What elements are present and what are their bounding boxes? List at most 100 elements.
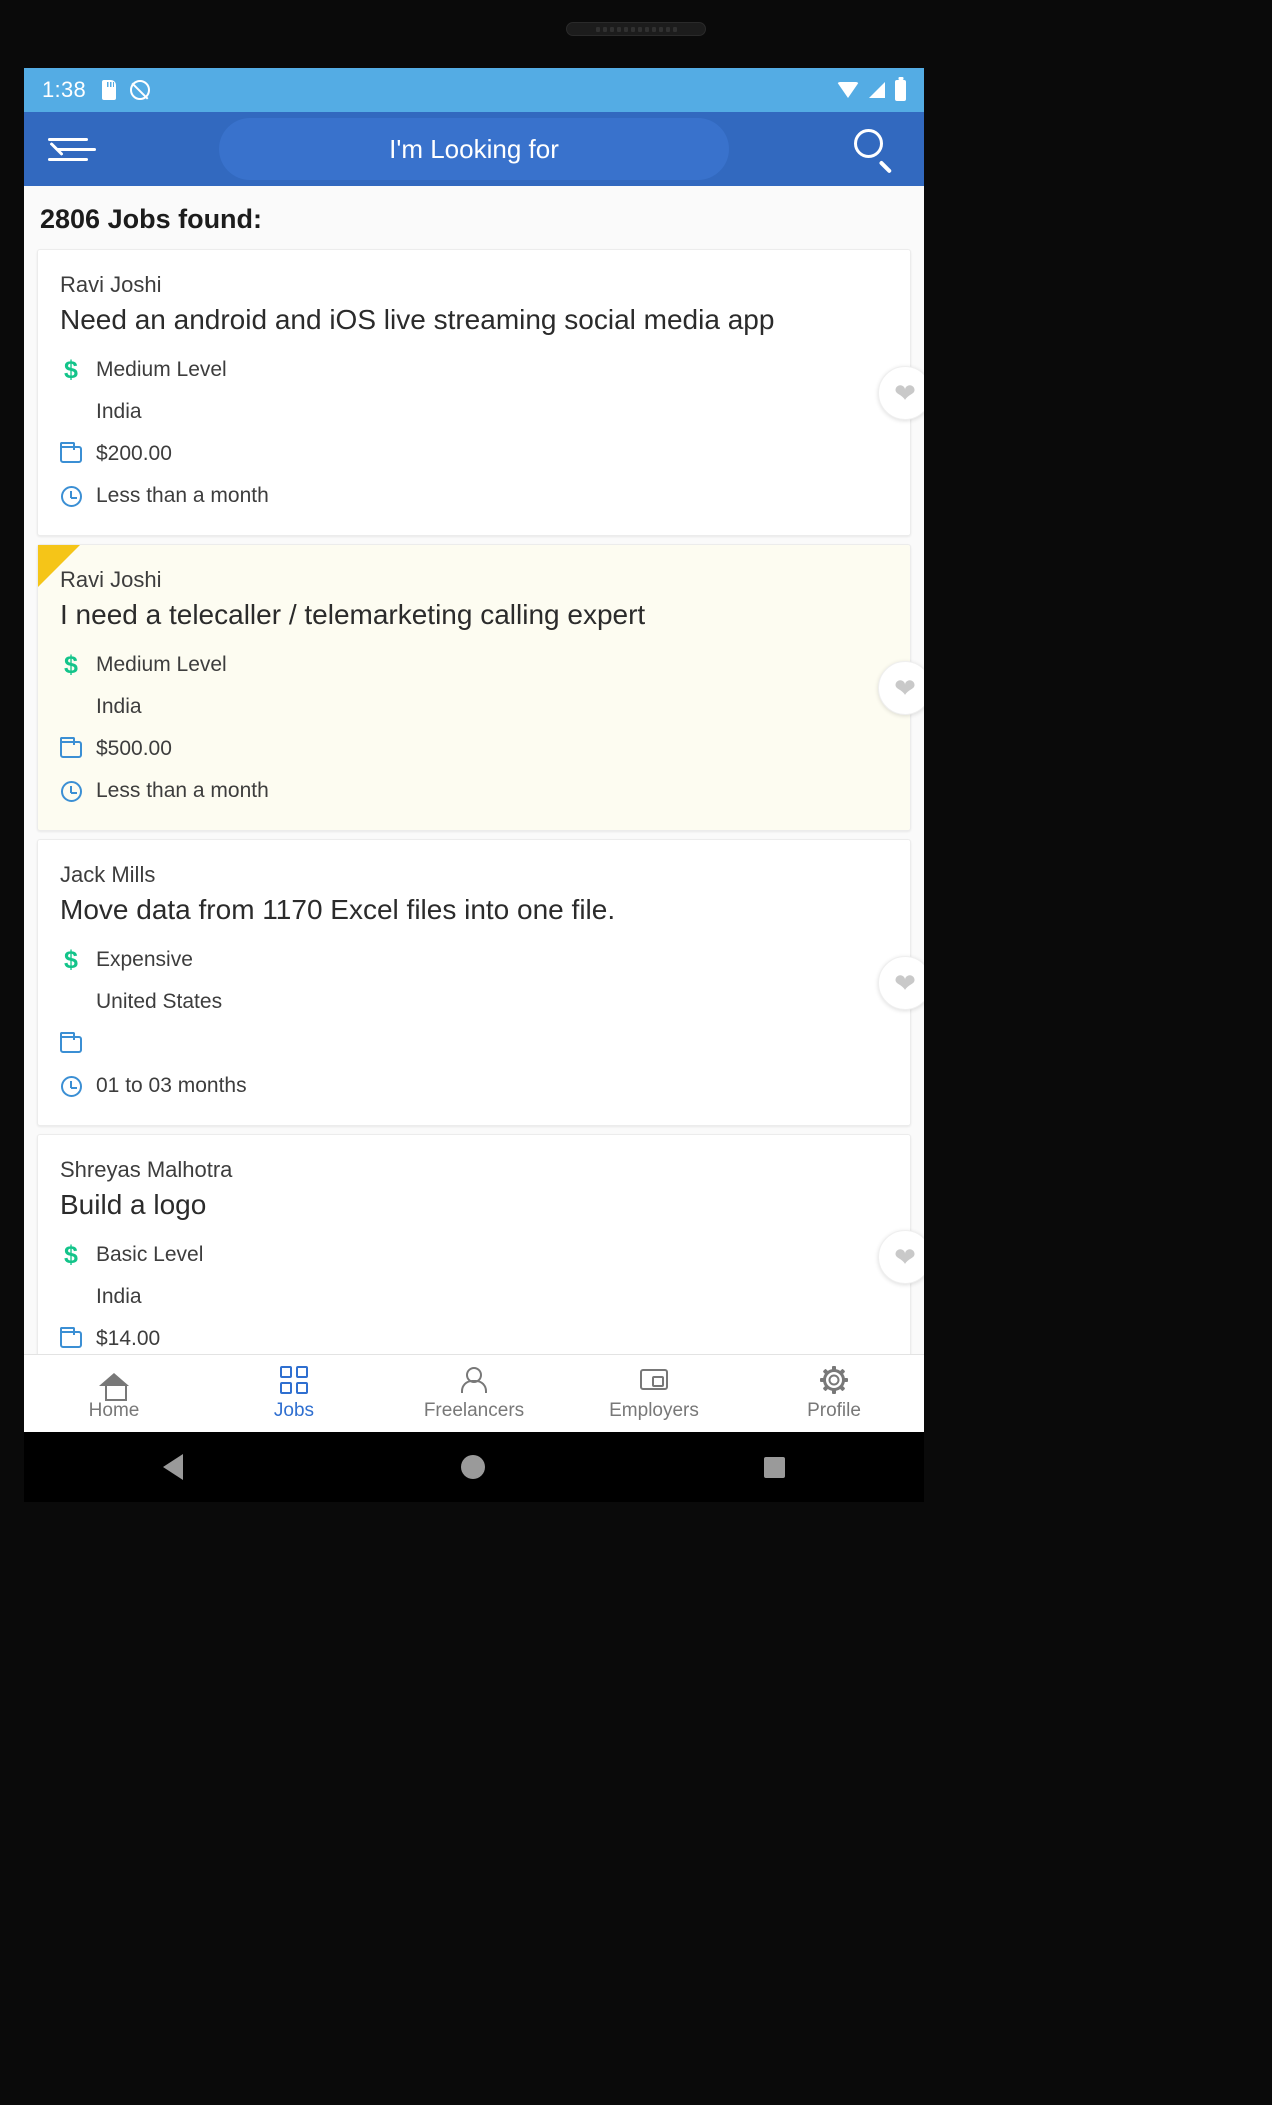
favorite-button[interactable]: ❤ bbox=[878, 955, 924, 1010]
nav-label-home: Home bbox=[88, 1399, 140, 1421]
nav-item-profile[interactable]: Profile bbox=[744, 1355, 924, 1432]
favorite-button[interactable]: ❤ bbox=[878, 660, 924, 715]
gear-icon bbox=[820, 1365, 848, 1394]
nav-item-freelancers[interactable]: Freelancers bbox=[384, 1355, 564, 1432]
android-system-nav bbox=[24, 1432, 924, 1502]
job-poster-name: Jack Mills bbox=[60, 862, 156, 887]
job-poster-name: Shreyas Malhotra bbox=[60, 1157, 233, 1182]
job-level: Medium Level bbox=[96, 653, 227, 676]
job-duration: 01 to 03 months bbox=[96, 1074, 247, 1097]
job-budget: $500.00 bbox=[96, 737, 172, 760]
search-input[interactable]: I'm Looking for bbox=[219, 118, 729, 180]
job-location: India bbox=[96, 695, 142, 718]
job-level-row: $ Expensive bbox=[60, 939, 888, 981]
status-bar: 1:38 bbox=[24, 68, 924, 112]
nav-item-home[interactable]: Home bbox=[24, 1355, 204, 1432]
heart-icon: ❤ bbox=[894, 967, 916, 998]
job-card[interactable]: Ravi Joshi I need a telecaller / telemar… bbox=[37, 544, 924, 831]
favorite-button[interactable]: ❤ bbox=[878, 365, 924, 420]
heart-icon: ❤ bbox=[894, 672, 916, 703]
featured-ribbon-icon bbox=[38, 545, 80, 587]
job-level-row: $ Basic Level bbox=[60, 1234, 888, 1276]
person-icon bbox=[461, 1366, 487, 1394]
job-location-row: India bbox=[60, 686, 888, 728]
wallet-icon bbox=[640, 1366, 668, 1394]
signal-icon bbox=[869, 82, 885, 98]
home-circle-icon[interactable] bbox=[461, 1455, 486, 1479]
job-duration: Less than a month bbox=[96, 484, 269, 507]
status-bar-time: 1:38 bbox=[42, 77, 87, 102]
grid-icon bbox=[280, 1365, 308, 1394]
dollar-icon: $ bbox=[64, 945, 78, 974]
job-level: Basic Level bbox=[96, 1243, 204, 1266]
job-title: Move data from 1170 Excel files into one… bbox=[60, 894, 616, 925]
clock-icon bbox=[60, 780, 82, 802]
job-title: Need an android and iOS live streaming s… bbox=[60, 304, 775, 335]
battery-icon bbox=[895, 79, 906, 101]
search-icon[interactable] bbox=[852, 127, 896, 174]
job-location-row: India bbox=[60, 391, 888, 433]
nav-label-profile: Profile bbox=[807, 1399, 861, 1421]
nav-label-freelancers: Freelancers bbox=[423, 1399, 525, 1421]
wifi-icon bbox=[837, 82, 859, 98]
search-input-placeholder: I'm Looking for bbox=[389, 133, 559, 164]
results-heading: 2806 Jobs found: bbox=[24, 186, 924, 249]
device-frame: 1:38 I'm Looking for 2806 Jobs found: Ra… bbox=[0, 0, 1272, 2105]
job-location: India bbox=[96, 1285, 142, 1308]
job-level: Medium Level bbox=[96, 358, 227, 381]
home-icon bbox=[99, 1366, 129, 1401]
back-menu-icon[interactable] bbox=[48, 128, 96, 170]
job-duration-row: Less than a month bbox=[60, 475, 888, 517]
job-level-row: $ Medium Level bbox=[60, 349, 888, 391]
nav-label-employers: Employers bbox=[609, 1399, 699, 1421]
job-budget: $14.00 bbox=[96, 1327, 161, 1350]
job-budget-row: $500.00 bbox=[59, 728, 888, 770]
mute-icon bbox=[130, 80, 151, 100]
job-poster-name: Ravi Joshi bbox=[60, 272, 162, 297]
bottom-navigation: Home Jobs Freelancers Employers Profile bbox=[24, 1354, 924, 1432]
dollar-icon: $ bbox=[64, 355, 78, 384]
favorite-button[interactable]: ❤ bbox=[878, 1229, 924, 1284]
heart-icon: ❤ bbox=[894, 1241, 916, 1272]
job-poster-name: Ravi Joshi bbox=[60, 567, 162, 592]
job-card[interactable]: Shreyas Malhotra Build a logo $ Basic Le… bbox=[37, 1134, 924, 1354]
job-duration: Less than a month bbox=[96, 779, 269, 802]
job-location: United States bbox=[96, 990, 223, 1013]
app-bar: I'm Looking for bbox=[24, 112, 924, 186]
job-location-row: United States bbox=[60, 981, 888, 1023]
job-budget-row bbox=[59, 1023, 888, 1065]
back-triangle-icon[interactable] bbox=[163, 1454, 184, 1480]
nav-item-jobs[interactable]: Jobs bbox=[204, 1355, 384, 1432]
job-card[interactable]: Ravi Joshi Need an android and iOS live … bbox=[37, 249, 924, 536]
job-budget-row: $14.00 bbox=[59, 1318, 888, 1354]
nav-label-jobs: Jobs bbox=[273, 1399, 315, 1421]
search-lens bbox=[854, 129, 883, 158]
folder-icon bbox=[59, 736, 82, 758]
job-location-row: India bbox=[60, 1276, 888, 1318]
job-title: I need a telecaller / telemarketing call… bbox=[60, 599, 646, 630]
dollar-icon: $ bbox=[64, 650, 78, 679]
job-list-scroll-area[interactable]: 2806 Jobs found: Ravi Joshi Need an andr… bbox=[24, 186, 924, 1354]
job-level-row: $ Medium Level bbox=[60, 644, 888, 686]
job-budget: $200.00 bbox=[96, 442, 172, 465]
job-duration-row: Less than a month bbox=[60, 770, 888, 812]
folder-icon bbox=[59, 1031, 82, 1053]
job-card[interactable]: Jack Mills Move data from 1170 Excel fil… bbox=[37, 839, 924, 1126]
device-speaker-notch bbox=[566, 22, 706, 36]
job-level: Expensive bbox=[96, 948, 193, 971]
status-bar-left-icons bbox=[102, 80, 151, 100]
job-duration-row: 01 to 03 months bbox=[60, 1065, 888, 1107]
app-screen: 1:38 I'm Looking for 2806 Jobs found: Ra… bbox=[24, 68, 924, 1432]
dollar-icon: $ bbox=[64, 1240, 78, 1269]
folder-icon bbox=[59, 1326, 82, 1348]
recents-square-icon[interactable] bbox=[763, 1456, 785, 1478]
heart-icon: ❤ bbox=[894, 377, 916, 408]
job-budget-row: $200.00 bbox=[59, 433, 888, 475]
search-handle bbox=[878, 160, 893, 174]
job-location: India bbox=[96, 400, 142, 423]
nav-item-employers[interactable]: Employers bbox=[564, 1355, 744, 1432]
clock-icon bbox=[60, 1075, 82, 1097]
status-bar-right-icons bbox=[837, 79, 906, 101]
clock-icon bbox=[60, 485, 82, 507]
folder-icon bbox=[59, 441, 82, 463]
